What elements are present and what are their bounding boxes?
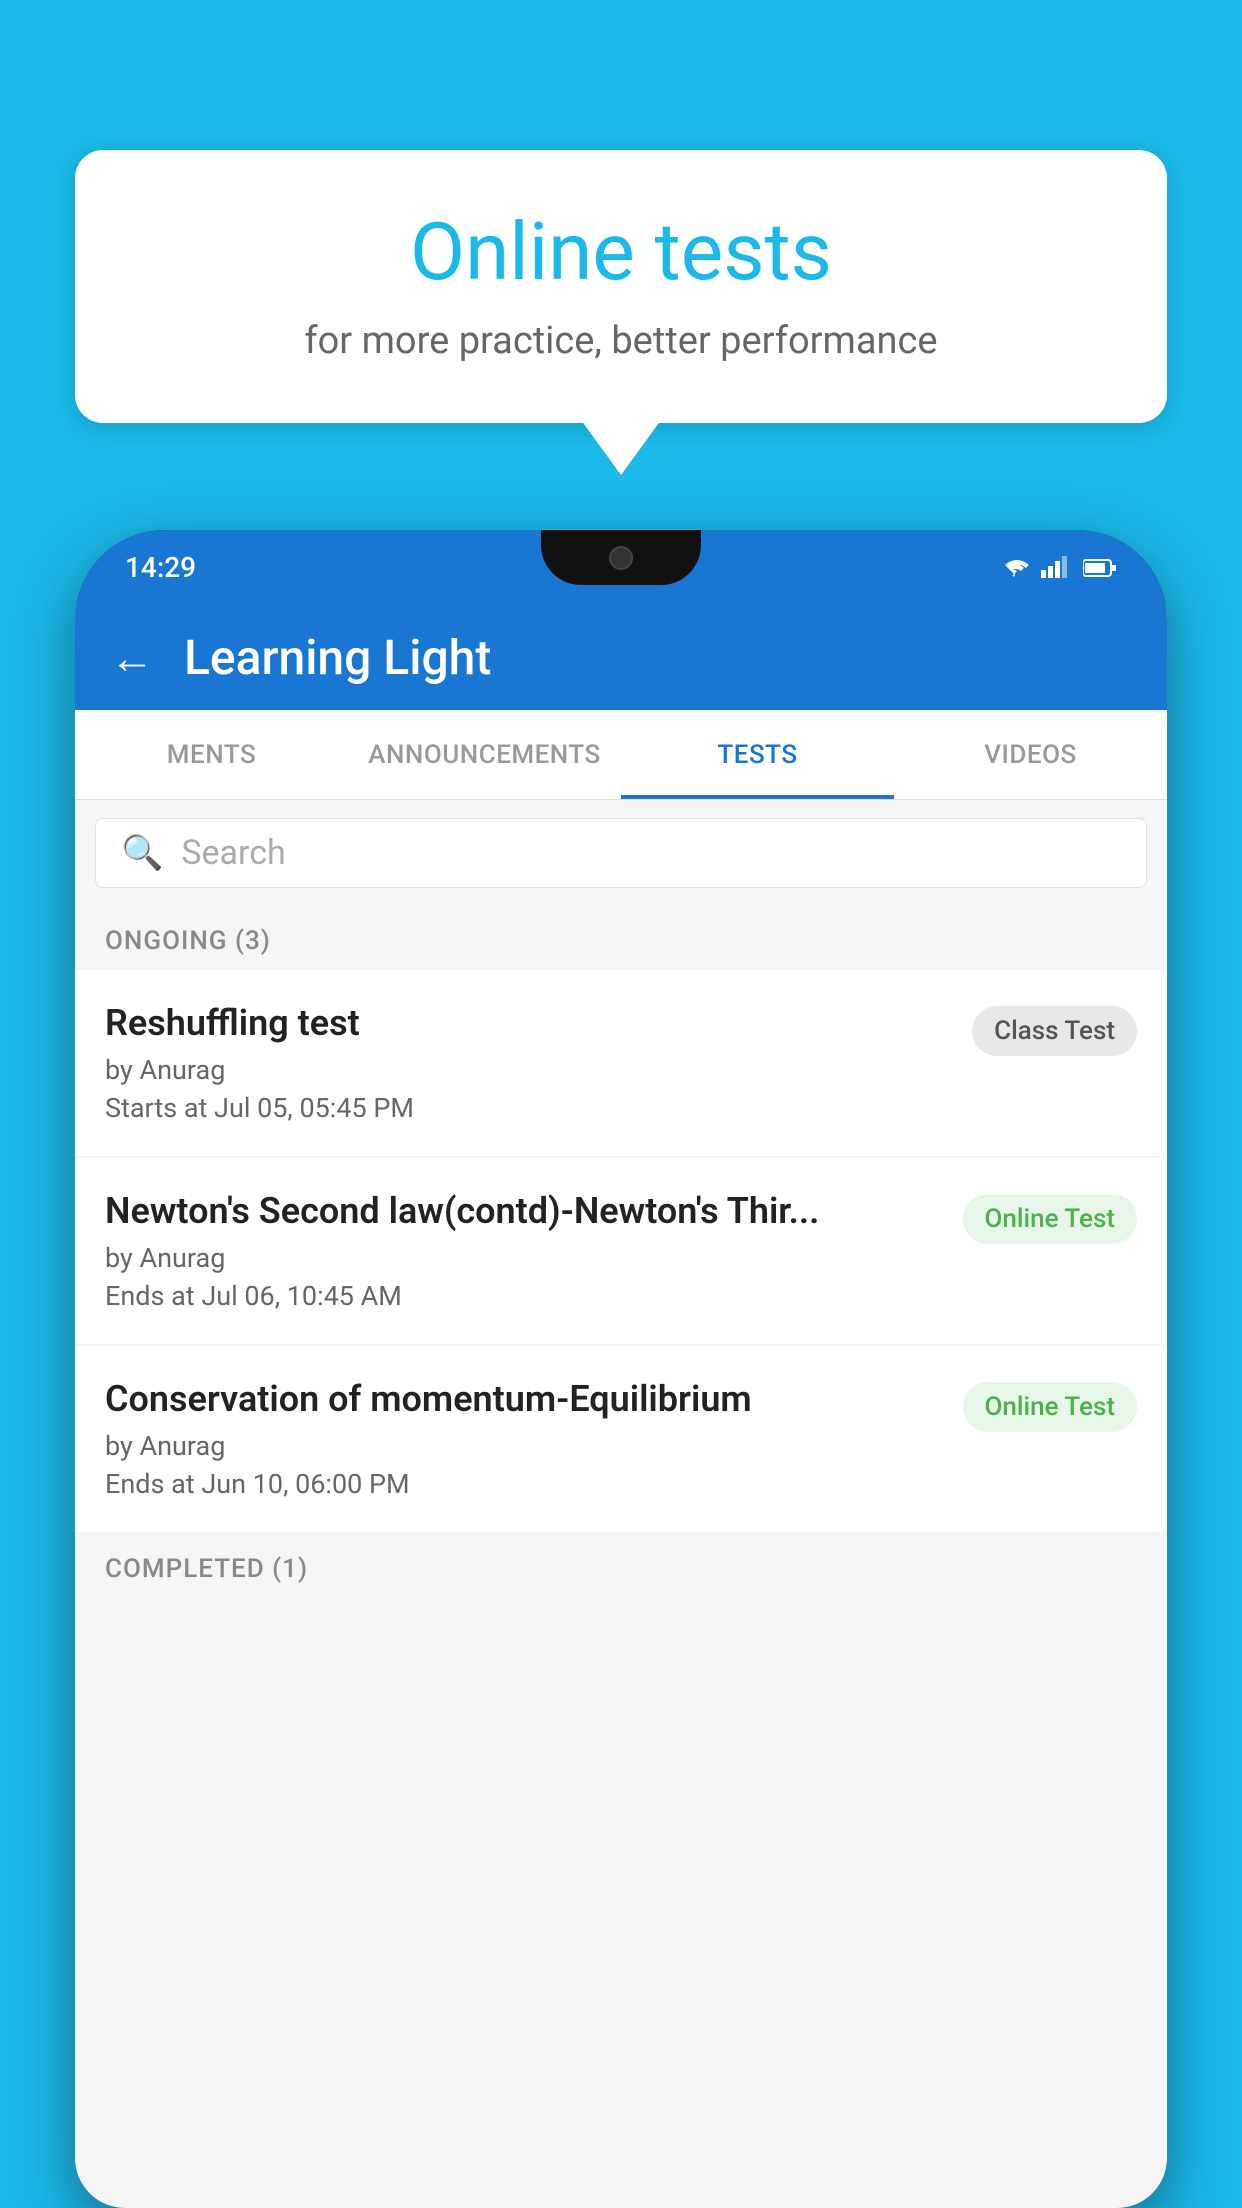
tab-announcements[interactable]: ANNOUNCEMENTS bbox=[348, 710, 621, 799]
test-item-3[interactable]: Conservation of momentum-Equilibrium by … bbox=[75, 1346, 1167, 1532]
completed-section-header: COMPLETED (1) bbox=[75, 1534, 1167, 1598]
search-container: 🔍 Search bbox=[75, 800, 1167, 906]
tab-bar: MENTS ANNOUNCEMENTS TESTS VIDEOS bbox=[75, 710, 1167, 800]
tab-tests[interactable]: TESTS bbox=[621, 710, 894, 799]
phone-notch bbox=[541, 530, 701, 585]
wifi-icon bbox=[999, 556, 1029, 580]
test-badge-1: Class Test bbox=[972, 1006, 1137, 1056]
test-author-1: by Anurag bbox=[105, 1054, 952, 1086]
phone-camera bbox=[609, 546, 633, 570]
test-date-3: Ends at Jun 10, 06:00 PM bbox=[105, 1468, 943, 1500]
test-item-2[interactable]: Newton's Second law(contd)-Newton's Thir… bbox=[75, 1158, 1167, 1344]
search-input[interactable]: 🔍 Search bbox=[95, 818, 1147, 888]
test-title-3: Conservation of momentum-Equilibrium bbox=[105, 1378, 943, 1420]
app-bar-title: Learning Light bbox=[184, 629, 491, 686]
speech-bubble: Online tests for more practice, better p… bbox=[75, 150, 1167, 423]
tab-videos[interactable]: VIDEOS bbox=[894, 710, 1167, 799]
test-item-1[interactable]: Reshuffling test by Anurag Starts at Jul… bbox=[75, 970, 1167, 1156]
test-date-1: Starts at Jul 05, 05:45 PM bbox=[105, 1092, 952, 1124]
phone-inner: ← Learning Light MENTS ANNOUNCEMENTS TES… bbox=[75, 605, 1167, 2208]
search-icon: 🔍 bbox=[121, 833, 163, 873]
test-date-2: Ends at Jul 06, 10:45 AM bbox=[105, 1280, 943, 1312]
status-bar: 14:29 bbox=[75, 530, 1167, 605]
test-badge-2: Online Test bbox=[963, 1194, 1138, 1244]
bubble-title: Online tests bbox=[135, 205, 1107, 299]
app-bar: ← Learning Light bbox=[75, 605, 1167, 710]
test-info-3: Conservation of momentum-Equilibrium by … bbox=[105, 1378, 943, 1500]
back-button[interactable]: ← bbox=[110, 632, 154, 684]
test-title-2: Newton's Second law(contd)-Newton's Thir… bbox=[105, 1190, 943, 1232]
completed-title: COMPLETED (1) bbox=[105, 1554, 308, 1584]
test-title-1: Reshuffling test bbox=[105, 1002, 952, 1044]
ongoing-section-header: ONGOING (3) bbox=[75, 906, 1167, 970]
test-info-2: Newton's Second law(contd)-Newton's Thir… bbox=[105, 1190, 943, 1312]
tab-ments[interactable]: MENTS bbox=[75, 710, 348, 799]
test-info-1: Reshuffling test by Anurag Starts at Jul… bbox=[105, 1002, 952, 1124]
phone-frame: 14:29 ← bbox=[75, 530, 1167, 2208]
test-author-3: by Anurag bbox=[105, 1430, 943, 1462]
test-badge-3: Online Test bbox=[963, 1382, 1138, 1432]
search-placeholder: Search bbox=[181, 833, 285, 873]
signal-icon bbox=[1041, 556, 1071, 580]
test-author-2: by Anurag bbox=[105, 1242, 943, 1274]
status-icons bbox=[999, 556, 1117, 580]
ongoing-title: ONGOING (3) bbox=[105, 926, 271, 956]
status-time: 14:29 bbox=[125, 551, 196, 584]
bubble-subtitle: for more practice, better performance bbox=[135, 319, 1107, 363]
battery-icon bbox=[1083, 556, 1117, 580]
